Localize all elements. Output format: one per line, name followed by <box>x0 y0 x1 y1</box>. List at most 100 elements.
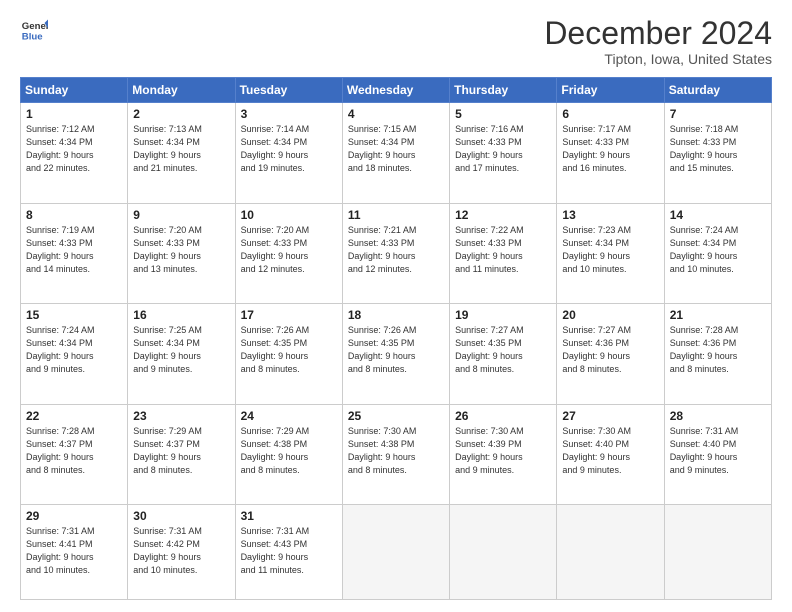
day-number: 22 <box>26 409 122 423</box>
location: Tipton, Iowa, United States <box>544 51 772 67</box>
day-info: Sunrise: 7:12 AMSunset: 4:34 PMDaylight:… <box>26 123 122 175</box>
day-number: 4 <box>348 107 444 121</box>
day-info: Sunrise: 7:22 AMSunset: 4:33 PMDaylight:… <box>455 224 551 276</box>
day-number: 6 <box>562 107 658 121</box>
day-number: 12 <box>455 208 551 222</box>
day-info: Sunrise: 7:26 AMSunset: 4:35 PMDaylight:… <box>348 324 444 376</box>
table-row: 2 Sunrise: 7:13 AMSunset: 4:34 PMDaylight… <box>128 103 235 204</box>
table-row: 13 Sunrise: 7:23 AMSunset: 4:34 PMDayligh… <box>557 203 664 304</box>
day-info: Sunrise: 7:27 AMSunset: 4:36 PMDaylight:… <box>562 324 658 376</box>
header: General Blue December 2024 Tipton, Iowa,… <box>20 16 772 67</box>
day-info: Sunrise: 7:30 AMSunset: 4:40 PMDaylight:… <box>562 425 658 477</box>
day-info: Sunrise: 7:31 AMSunset: 4:40 PMDaylight:… <box>670 425 766 477</box>
table-row: 16 Sunrise: 7:25 AMSunset: 4:34 PMDayligh… <box>128 304 235 405</box>
logo-icon: General Blue <box>20 16 48 44</box>
day-info: Sunrise: 7:25 AMSunset: 4:34 PMDaylight:… <box>133 324 229 376</box>
day-number: 9 <box>133 208 229 222</box>
day-number: 28 <box>670 409 766 423</box>
day-info: Sunrise: 7:20 AMSunset: 4:33 PMDaylight:… <box>241 224 337 276</box>
table-row: 22 Sunrise: 7:28 AMSunset: 4:37 PMDayligh… <box>21 404 128 505</box>
day-info: Sunrise: 7:28 AMSunset: 4:36 PMDaylight:… <box>670 324 766 376</box>
logo: General Blue <box>20 16 48 44</box>
table-row: 15Sunrise: 7:24 AMSunset: 4:34 PMDayligh… <box>21 304 128 405</box>
day-number: 5 <box>455 107 551 121</box>
calendar-week-row: 29 Sunrise: 7:31 AMSunset: 4:41 PMDayligh… <box>21 505 772 600</box>
table-row: 6 Sunrise: 7:17 AMSunset: 4:33 PMDaylight… <box>557 103 664 204</box>
table-row: 21Sunrise: 7:28 AMSunset: 4:36 PMDayligh… <box>664 304 771 405</box>
table-row: 14Sunrise: 7:24 AMSunset: 4:34 PMDayligh… <box>664 203 771 304</box>
table-row <box>557 505 664 600</box>
day-number: 2 <box>133 107 229 121</box>
day-info: Sunrise: 7:31 AMSunset: 4:42 PMDaylight:… <box>133 525 229 577</box>
calendar-table: Sunday Monday Tuesday Wednesday Thursday… <box>20 77 772 600</box>
day-number: 18 <box>348 308 444 322</box>
table-row: 23Sunrise: 7:29 AMSunset: 4:37 PMDayligh… <box>128 404 235 505</box>
table-row: 10Sunrise: 7:20 AMSunset: 4:33 PMDayligh… <box>235 203 342 304</box>
day-info: Sunrise: 7:31 AMSunset: 4:41 PMDaylight:… <box>26 525 122 577</box>
col-wednesday: Wednesday <box>342 78 449 103</box>
day-info: Sunrise: 7:27 AMSunset: 4:35 PMDaylight:… <box>455 324 551 376</box>
table-row: 9 Sunrise: 7:20 AMSunset: 4:33 PMDaylight… <box>128 203 235 304</box>
table-row <box>450 505 557 600</box>
calendar-week-row: 8Sunrise: 7:19 AMSunset: 4:33 PMDaylight… <box>21 203 772 304</box>
day-info: Sunrise: 7:21 AMSunset: 4:33 PMDaylight:… <box>348 224 444 276</box>
day-info: Sunrise: 7:17 AMSunset: 4:33 PMDaylight:… <box>562 123 658 175</box>
table-row <box>342 505 449 600</box>
day-info: Sunrise: 7:30 AMSunset: 4:38 PMDaylight:… <box>348 425 444 477</box>
day-number: 1 <box>26 107 122 121</box>
page: General Blue December 2024 Tipton, Iowa,… <box>0 0 792 612</box>
day-info: Sunrise: 7:31 AMSunset: 4:43 PMDaylight:… <box>241 525 337 577</box>
svg-text:General: General <box>22 21 48 32</box>
day-number: 13 <box>562 208 658 222</box>
day-info: Sunrise: 7:19 AMSunset: 4:33 PMDaylight:… <box>26 224 122 276</box>
table-row: 3Sunrise: 7:14 AMSunset: 4:34 PMDaylight… <box>235 103 342 204</box>
day-info: Sunrise: 7:29 AMSunset: 4:37 PMDaylight:… <box>133 425 229 477</box>
table-row: 30Sunrise: 7:31 AMSunset: 4:42 PMDayligh… <box>128 505 235 600</box>
table-row: 25 Sunrise: 7:30 AMSunset: 4:38 PMDayligh… <box>342 404 449 505</box>
table-row: 29 Sunrise: 7:31 AMSunset: 4:41 PMDayligh… <box>21 505 128 600</box>
table-row: 26Sunrise: 7:30 AMSunset: 4:39 PMDayligh… <box>450 404 557 505</box>
day-info: Sunrise: 7:23 AMSunset: 4:34 PMDaylight:… <box>562 224 658 276</box>
day-info: Sunrise: 7:28 AMSunset: 4:37 PMDaylight:… <box>26 425 122 477</box>
day-number: 19 <box>455 308 551 322</box>
table-row: 1 Sunrise: 7:12 AMSunset: 4:34 PMDaylight… <box>21 103 128 204</box>
table-row: 12 Sunrise: 7:22 AMSunset: 4:33 PMDayligh… <box>450 203 557 304</box>
table-row: 24 Sunrise: 7:29 AMSunset: 4:38 PMDayligh… <box>235 404 342 505</box>
day-info: Sunrise: 7:24 AMSunset: 4:34 PMDaylight:… <box>670 224 766 276</box>
day-number: 29 <box>26 509 122 523</box>
day-number: 27 <box>562 409 658 423</box>
table-row: 20Sunrise: 7:27 AMSunset: 4:36 PMDayligh… <box>557 304 664 405</box>
calendar-week-row: 1 Sunrise: 7:12 AMSunset: 4:34 PMDaylight… <box>21 103 772 204</box>
day-info: Sunrise: 7:20 AMSunset: 4:33 PMDaylight:… <box>133 224 229 276</box>
day-info: Sunrise: 7:18 AMSunset: 4:33 PMDaylight:… <box>670 123 766 175</box>
table-row: 11 Sunrise: 7:21 AMSunset: 4:33 PMDayligh… <box>342 203 449 304</box>
calendar-week-row: 15Sunrise: 7:24 AMSunset: 4:34 PMDayligh… <box>21 304 772 405</box>
calendar-week-row: 22 Sunrise: 7:28 AMSunset: 4:37 PMDayligh… <box>21 404 772 505</box>
day-info: Sunrise: 7:16 AMSunset: 4:33 PMDaylight:… <box>455 123 551 175</box>
calendar-header-row: Sunday Monday Tuesday Wednesday Thursday… <box>21 78 772 103</box>
table-row: 27 Sunrise: 7:30 AMSunset: 4:40 PMDayligh… <box>557 404 664 505</box>
day-number: 11 <box>348 208 444 222</box>
day-number: 25 <box>348 409 444 423</box>
day-info: Sunrise: 7:29 AMSunset: 4:38 PMDaylight:… <box>241 425 337 477</box>
day-number: 7 <box>670 107 766 121</box>
day-info: Sunrise: 7:13 AMSunset: 4:34 PMDaylight:… <box>133 123 229 175</box>
col-friday: Friday <box>557 78 664 103</box>
day-info: Sunrise: 7:14 AMSunset: 4:34 PMDaylight:… <box>241 123 337 175</box>
table-row: 28 Sunrise: 7:31 AMSunset: 4:40 PMDayligh… <box>664 404 771 505</box>
day-number: 24 <box>241 409 337 423</box>
day-info: Sunrise: 7:26 AMSunset: 4:35 PMDaylight:… <box>241 324 337 376</box>
col-sunday: Sunday <box>21 78 128 103</box>
day-number: 26 <box>455 409 551 423</box>
title-block: December 2024 Tipton, Iowa, United State… <box>544 16 772 67</box>
table-row: 5 Sunrise: 7:16 AMSunset: 4:33 PMDaylight… <box>450 103 557 204</box>
col-tuesday: Tuesday <box>235 78 342 103</box>
day-number: 16 <box>133 308 229 322</box>
day-number: 17 <box>241 308 337 322</box>
table-row: 7 Sunrise: 7:18 AMSunset: 4:33 PMDaylight… <box>664 103 771 204</box>
day-number: 15 <box>26 308 122 322</box>
svg-text:Blue: Blue <box>22 32 43 43</box>
table-row: 31Sunrise: 7:31 AMSunset: 4:43 PMDayligh… <box>235 505 342 600</box>
table-row: 8Sunrise: 7:19 AMSunset: 4:33 PMDaylight… <box>21 203 128 304</box>
month-title: December 2024 <box>544 16 772 51</box>
